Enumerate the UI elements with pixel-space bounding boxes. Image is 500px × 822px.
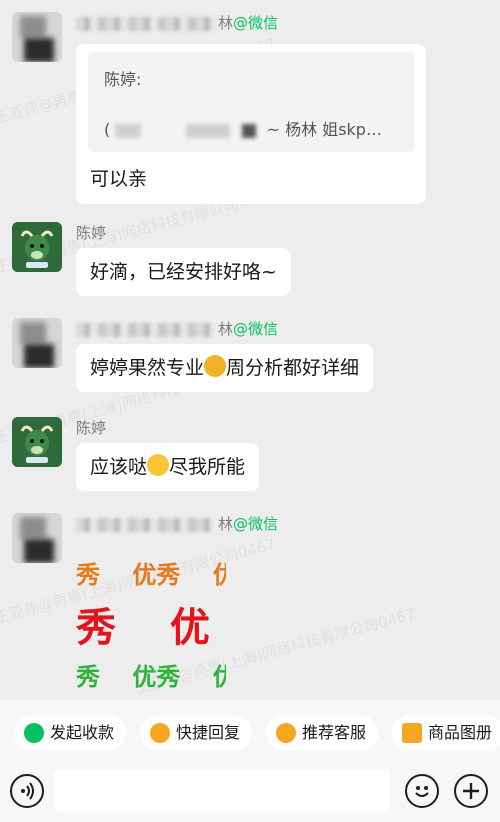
blurred-name bbox=[76, 517, 214, 532]
blurred-text bbox=[115, 123, 142, 138]
sticker-text-row: 秀 优秀 优 bbox=[76, 663, 226, 691]
quick-action-bar: 发起收款 快捷回复 推荐客服 商品图册 bbox=[0, 700, 500, 760]
message-text: 可以亲 bbox=[90, 168, 148, 190]
quick-reply-label: 快捷回复 bbox=[176, 723, 241, 742]
voice-icon bbox=[21, 782, 34, 800]
blurred-text bbox=[186, 123, 231, 138]
product-album-icon bbox=[402, 723, 422, 743]
blurred-name bbox=[76, 322, 214, 337]
yuan-shield-icon bbox=[24, 723, 44, 743]
sender-name-suffix: 林 bbox=[218, 515, 234, 533]
thumbs-up-icon bbox=[204, 355, 227, 377]
message-text: 好滴，已经安排好咯~ bbox=[90, 261, 277, 283]
sender-name: 林@微信 bbox=[76, 12, 278, 34]
message-bubble[interactable]: 婷婷果然专业 周分析都好详细 bbox=[76, 344, 374, 392]
voice-toggle-button[interactable] bbox=[10, 774, 44, 808]
recommend-agent-icon bbox=[276, 723, 296, 743]
sender-name: 陈婷 bbox=[76, 224, 107, 242]
avatar[interactable] bbox=[12, 222, 62, 272]
avatar[interactable] bbox=[12, 12, 62, 62]
sender-name: 陈婷 bbox=[76, 419, 107, 437]
blurred-text bbox=[241, 123, 256, 138]
product-album-button[interactable]: 商品图册 bbox=[392, 715, 500, 751]
message-bubble[interactable]: 好滴，已经安排好咯~ bbox=[76, 248, 291, 296]
message-input[interactable] bbox=[54, 769, 390, 813]
emoji-icon bbox=[415, 786, 429, 797]
more-options-button[interactable] bbox=[454, 774, 488, 808]
emoji-button[interactable] bbox=[405, 774, 439, 808]
sender-name-suffix: 林 bbox=[218, 320, 234, 338]
message-text: 应该哒 bbox=[90, 456, 148, 478]
wechat-tag: @微信 bbox=[233, 515, 279, 533]
wechat-tag: @微信 bbox=[233, 320, 279, 338]
message: 陈婷 应该哒 尽我所能 bbox=[12, 417, 500, 497]
cow-avatar-icon bbox=[12, 417, 62, 467]
message-text-cont: 尽我所能 bbox=[169, 456, 246, 478]
quoted-message[interactable]: 陈婷: ( ~ 杨林 姐skp… bbox=[88, 52, 414, 152]
avatar[interactable] bbox=[12, 417, 62, 467]
wechat-tag: @微信 bbox=[233, 14, 279, 32]
message: 林@微信 婷婷果然专业 周分析都好详细 bbox=[12, 318, 500, 398]
plus-icon bbox=[463, 783, 479, 799]
message-bubble[interactable]: 陈婷: ( ~ 杨林 姐skp… 可以亲 bbox=[76, 44, 426, 204]
quick-reply-icon bbox=[150, 723, 170, 743]
sticker-image[interactable]: 秀 优秀 优 秀 优 秀 优秀 优 bbox=[76, 549, 226, 699]
sticker-text-row: 秀 优 bbox=[76, 605, 210, 651]
sender-name: 林@微信 bbox=[76, 318, 278, 340]
message-text-cont: 周分析都好详细 bbox=[226, 357, 360, 379]
start-payment-button[interactable]: 发起收款 bbox=[14, 715, 126, 751]
blurred-name bbox=[76, 16, 214, 31]
quick-reply-button[interactable]: 快捷回复 bbox=[140, 715, 252, 751]
message-quote-reply: 林@微信 陈婷: ( ~ 杨林 姐skp… 可以亲 bbox=[12, 12, 500, 204]
quoted-text: ( ~ 杨林 姐skp… bbox=[104, 116, 382, 140]
product-album-label: 商品图册 bbox=[428, 723, 493, 742]
recommend-agent-label: 推荐客服 bbox=[302, 723, 367, 742]
quoted-text-visible: ~ 杨林 姐skp… bbox=[266, 120, 382, 139]
cow-avatar-icon bbox=[12, 222, 62, 272]
recommend-agent-button[interactable]: 推荐客服 bbox=[266, 715, 378, 751]
sender-name-suffix: 林 bbox=[218, 14, 234, 32]
smiling-face-icon bbox=[147, 454, 170, 476]
message-sticker: 林@微信 秀 优秀 优 秀 优 秀 优秀 优 bbox=[12, 513, 500, 700]
input-bar bbox=[0, 760, 500, 822]
message: 陈婷 好滴，已经安排好咯~ bbox=[12, 222, 500, 302]
chat-area: 王亚伟@再惠(上海)网络科技有限公司0467 王亚伟@再惠(上海)网络科技有限公… bbox=[0, 0, 500, 700]
sender-name: 林@微信 bbox=[76, 513, 278, 535]
message-text: 婷婷果然专业 bbox=[90, 357, 205, 379]
sticker-text-row: 秀 优秀 优 bbox=[76, 561, 226, 589]
quoted-text-prefix: ( bbox=[104, 120, 111, 139]
start-payment-label: 发起收款 bbox=[50, 723, 115, 742]
quoted-sender: 陈婷: bbox=[104, 70, 142, 89]
message-bubble[interactable]: 应该哒 尽我所能 bbox=[76, 443, 260, 491]
avatar[interactable] bbox=[12, 513, 62, 563]
avatar[interactable] bbox=[12, 318, 62, 368]
